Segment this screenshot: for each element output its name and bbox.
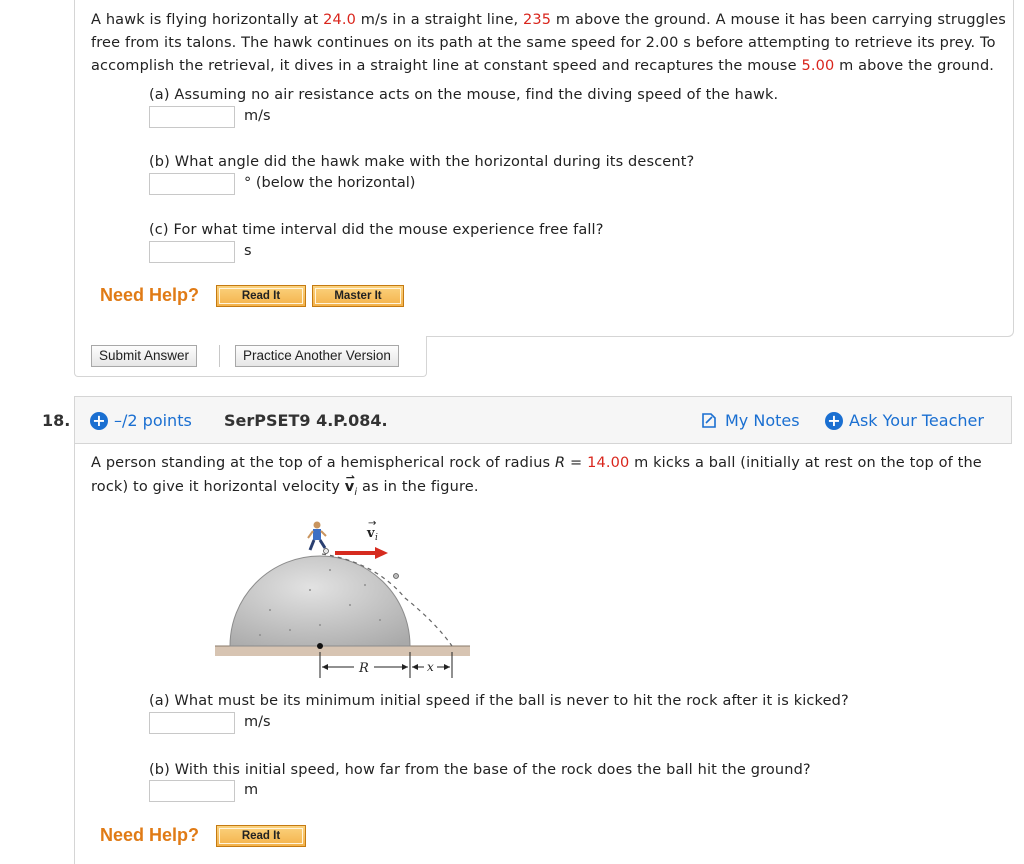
q17-master-it-button[interactable]: Master It	[312, 285, 404, 307]
q17-part-c-question: (c) For what time interval did the mouse…	[149, 222, 604, 238]
q17-submit-answer-button[interactable]: Submit Answer	[91, 345, 198, 367]
q18-need-help-label: Need Help?	[100, 825, 200, 845]
q17-part-b-unit: ° (below the horizontal)	[244, 175, 416, 191]
q18-problem-text: A person standing at the top of a hemisp…	[91, 455, 982, 498]
svg-text:→: →	[368, 518, 376, 529]
q18-number: 18.	[42, 411, 71, 430]
q18-question-code: SerPSET9 4.P.084.	[224, 411, 388, 430]
q17-part-b-answer-input[interactable]	[149, 173, 235, 195]
q18-part-b-unit: m	[244, 782, 259, 798]
figure-label-R: R	[358, 661, 369, 676]
q17-part-c-answer-input[interactable]	[149, 241, 235, 263]
q18-points-label: –/2 points	[114, 411, 192, 430]
my-notes-link[interactable]: My Notes	[702, 411, 800, 430]
q17-part-a-question: (a) Assuming no air resistance acts on t…	[149, 87, 779, 103]
notes-icon	[702, 413, 716, 428]
q17-problem-text: A hawk is flying horizontally at 24.0 m/…	[91, 12, 1007, 74]
plus-circle-icon: +	[90, 411, 108, 430]
ask-your-teacher-label: Ask Your Teacher	[849, 411, 984, 430]
hemisphere-rock-figure: v → i R x	[215, 518, 470, 678]
figure-label-vi-sub: i	[375, 533, 378, 543]
q17-part-c-unit: s	[244, 243, 252, 259]
my-notes-label: My Notes	[725, 411, 800, 430]
q18-part-a-question: (a) What must be its minimum initial spe…	[149, 693, 849, 709]
q17-read-it-button[interactable]: Read It	[216, 285, 306, 307]
q18-part-b-answer-input[interactable]	[149, 780, 235, 802]
q17-need-help-label: Need Help?	[100, 285, 200, 305]
q18-read-it-button[interactable]: Read It	[216, 825, 306, 847]
q17-practice-another-version-button[interactable]: Practice Another Version	[235, 345, 399, 367]
plus-circle-icon: +	[825, 411, 843, 430]
q18-part-a-unit: m/s	[244, 714, 271, 730]
q18-part-a-answer-input[interactable]	[149, 712, 235, 734]
q18-points[interactable]: + –/2 points	[90, 411, 192, 430]
ask-your-teacher-link[interactable]: + Ask Your Teacher	[825, 411, 984, 430]
q17-part-a-answer-input[interactable]	[149, 106, 235, 128]
q17-part-b-question: (b) What angle did the hawk make with th…	[149, 154, 695, 170]
button-separator	[219, 345, 220, 367]
q18-part-b-question: (b) With this initial speed, how far fro…	[149, 762, 811, 778]
q17-part-a-unit: m/s	[244, 108, 271, 124]
figure-label-x: x	[427, 660, 434, 674]
